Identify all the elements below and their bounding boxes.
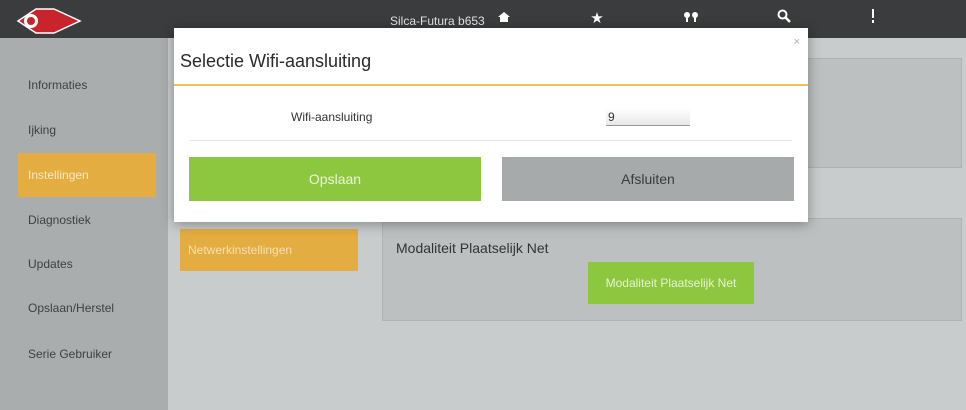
sidebar: Informaties Ijking Instellingen Diagnost… bbox=[0, 38, 168, 410]
close-button[interactable]: Afsluiten bbox=[502, 157, 794, 201]
home-icon[interactable] bbox=[493, 9, 515, 29]
search-icon[interactable] bbox=[773, 9, 795, 29]
dialog-divider bbox=[174, 84, 808, 86]
star-icon[interactable]: ★ bbox=[586, 9, 608, 29]
wifi-field-label: Wifi-aansluiting bbox=[291, 110, 373, 124]
sidebar-item-ijking[interactable]: Ijking bbox=[18, 108, 156, 152]
network-panel: Modaliteit Plaatselijk Net Modaliteit Pl… bbox=[382, 218, 962, 321]
sidebar-item-informaties[interactable]: Informaties bbox=[18, 63, 156, 107]
silca-logo[interactable] bbox=[14, 6, 84, 36]
sidebar-item-diagnostiek[interactable]: Diagnostiek bbox=[18, 198, 156, 242]
sidebar-item-updates[interactable]: Updates bbox=[18, 242, 156, 286]
app-title: Silca-Futura b653 bbox=[390, 14, 485, 28]
sidebar-item-serie-gebruiker[interactable]: Serie Gebruiker bbox=[18, 332, 156, 376]
sidebar-item-instellingen[interactable]: Instellingen bbox=[18, 153, 156, 197]
more-vertical-icon[interactable] bbox=[862, 9, 884, 29]
sidebar-item-opslaan-herstel[interactable]: Opslaan/Herstel bbox=[18, 286, 156, 330]
network-settings-button[interactable]: Netwerkinstellingen bbox=[180, 229, 358, 271]
wifi-input[interactable] bbox=[606, 108, 690, 126]
modality-button[interactable]: Modaliteit Plaatselijk Net bbox=[588, 262, 754, 304]
modality-label: Modaliteit Plaatselijk Net bbox=[396, 240, 549, 256]
wifi-dialog: Selectie Wifi-aansluiting × Wifi-aanslui… bbox=[174, 28, 808, 222]
close-icon[interactable]: × bbox=[794, 36, 800, 48]
row-divider bbox=[190, 140, 792, 141]
dialog-title: Selectie Wifi-aansluiting bbox=[180, 51, 372, 71]
save-button[interactable]: Opslaan bbox=[189, 157, 481, 201]
key-icon[interactable] bbox=[680, 9, 702, 29]
